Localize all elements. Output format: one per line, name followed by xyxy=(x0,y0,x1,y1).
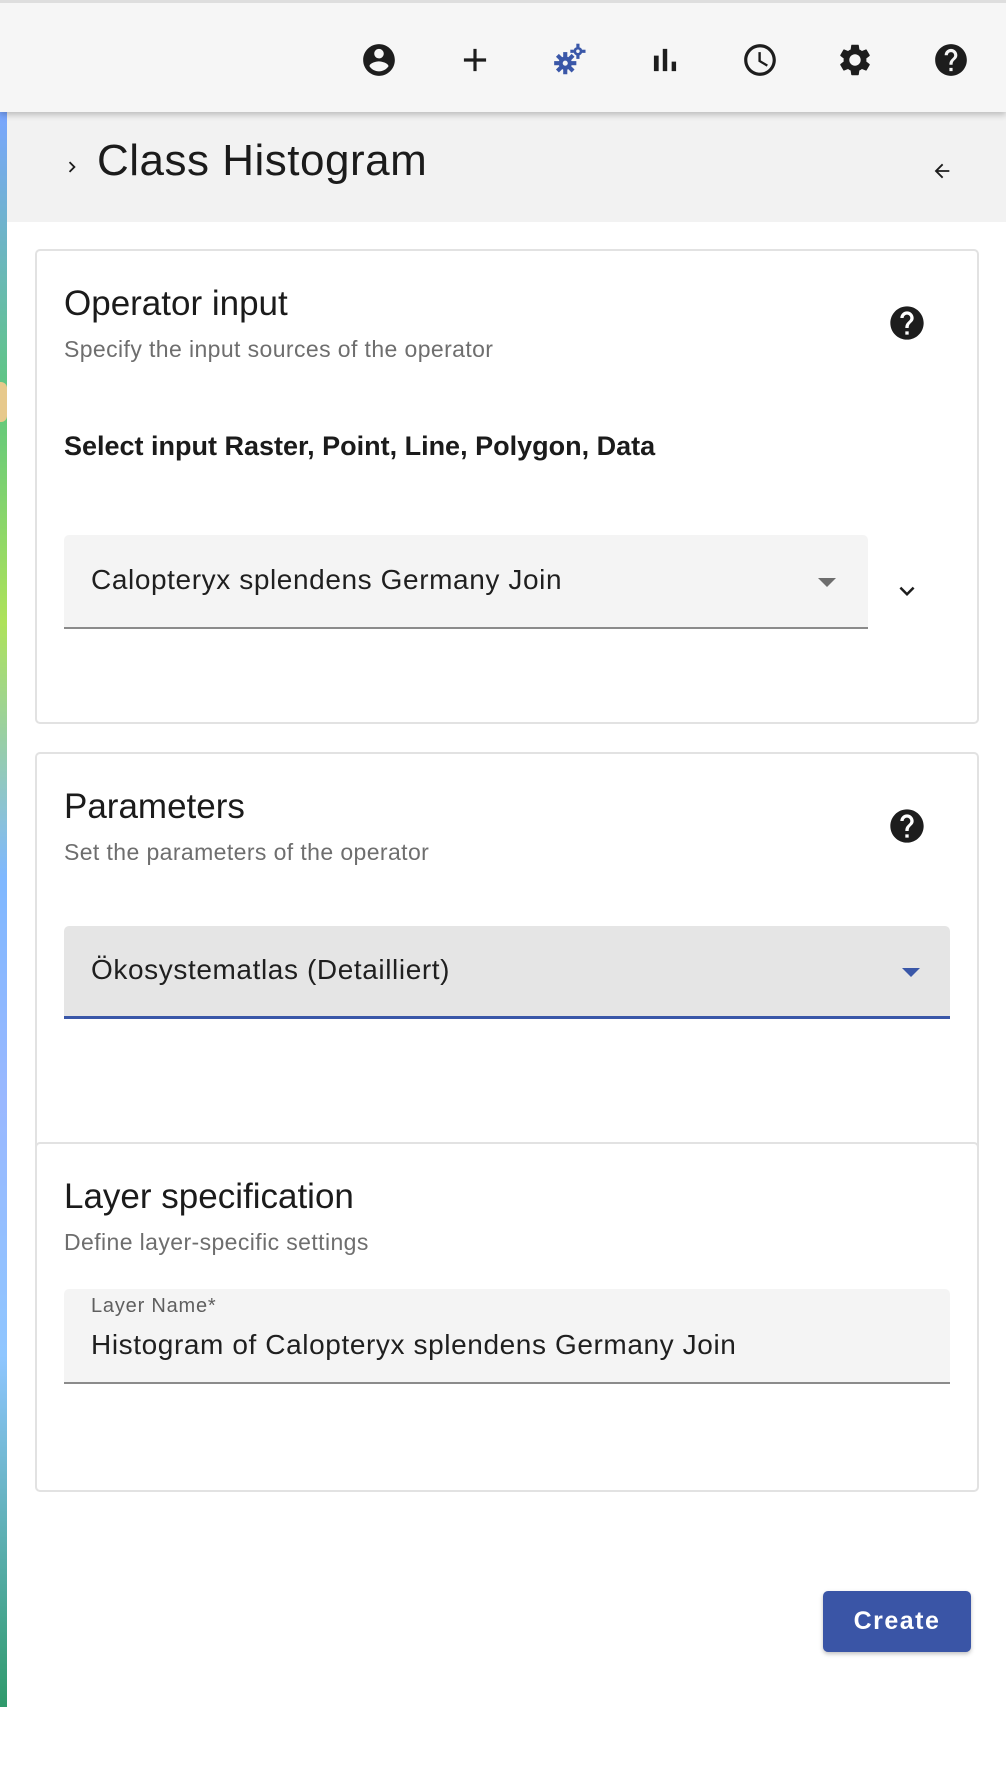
operator-input-subtitle: Specify the input sources of the operato… xyxy=(64,336,494,362)
help-icon[interactable] xyxy=(932,41,970,79)
operator-input-card: Operator input Specify the input sources… xyxy=(35,249,979,724)
map-edge xyxy=(0,1707,7,1790)
arrow-back-icon[interactable] xyxy=(927,156,957,186)
layer-specification-subtitle: Define layer-specific settings xyxy=(64,1229,369,1255)
top-toolbar xyxy=(0,0,1006,112)
layer-specification-card: Layer specification Define layer-specifi… xyxy=(35,1142,979,1492)
operator-panel: Class Histogram Operator input Specify t… xyxy=(7,112,1006,1790)
parameter-value: Ökosystematlas (Detailliert) xyxy=(91,954,451,985)
panel-title: Class Histogram xyxy=(97,136,428,185)
layer-name-value: Histogram of Calopteryx splendens German… xyxy=(91,1329,737,1360)
panel-header: Class Histogram xyxy=(7,112,1006,222)
layer-name-label: Layer Name* xyxy=(91,1295,217,1317)
chevron-down-icon[interactable] xyxy=(887,571,927,611)
help-circle-icon[interactable] xyxy=(887,806,927,846)
add-icon[interactable] xyxy=(456,41,494,79)
parameters-subtitle: Set the parameters of the operator xyxy=(64,839,430,865)
dropdown-arrow-icon xyxy=(818,578,836,587)
create-button[interactable]: Create xyxy=(823,1591,971,1652)
chevron-right-icon[interactable] xyxy=(57,152,87,182)
account-icon[interactable] xyxy=(360,41,398,79)
plots-icon[interactable] xyxy=(646,41,684,79)
operator-input-title: Operator input xyxy=(64,284,288,323)
settings-icon[interactable] xyxy=(836,41,874,79)
layer-specification-title: Layer specification xyxy=(64,1177,354,1216)
input-source-value: Calopteryx splendens Germany Join xyxy=(91,564,563,595)
map-feature xyxy=(0,382,7,422)
operators-icon[interactable] xyxy=(551,41,589,79)
time-icon[interactable] xyxy=(741,41,779,79)
layer-name-field[interactable]: Layer Name* Histogram of Calopteryx sple… xyxy=(64,1289,950,1384)
map-view[interactable] xyxy=(0,112,7,1707)
help-circle-icon[interactable] xyxy=(887,303,927,343)
dropdown-arrow-icon xyxy=(902,968,920,977)
parameters-title: Parameters xyxy=(64,787,245,826)
select-input-label: Select input Raster, Point, Line, Polygo… xyxy=(64,431,656,461)
parameter-select[interactable]: Ökosystematlas (Detailliert) xyxy=(64,926,950,1019)
input-source-select[interactable]: Calopteryx splendens Germany Join xyxy=(64,535,868,629)
